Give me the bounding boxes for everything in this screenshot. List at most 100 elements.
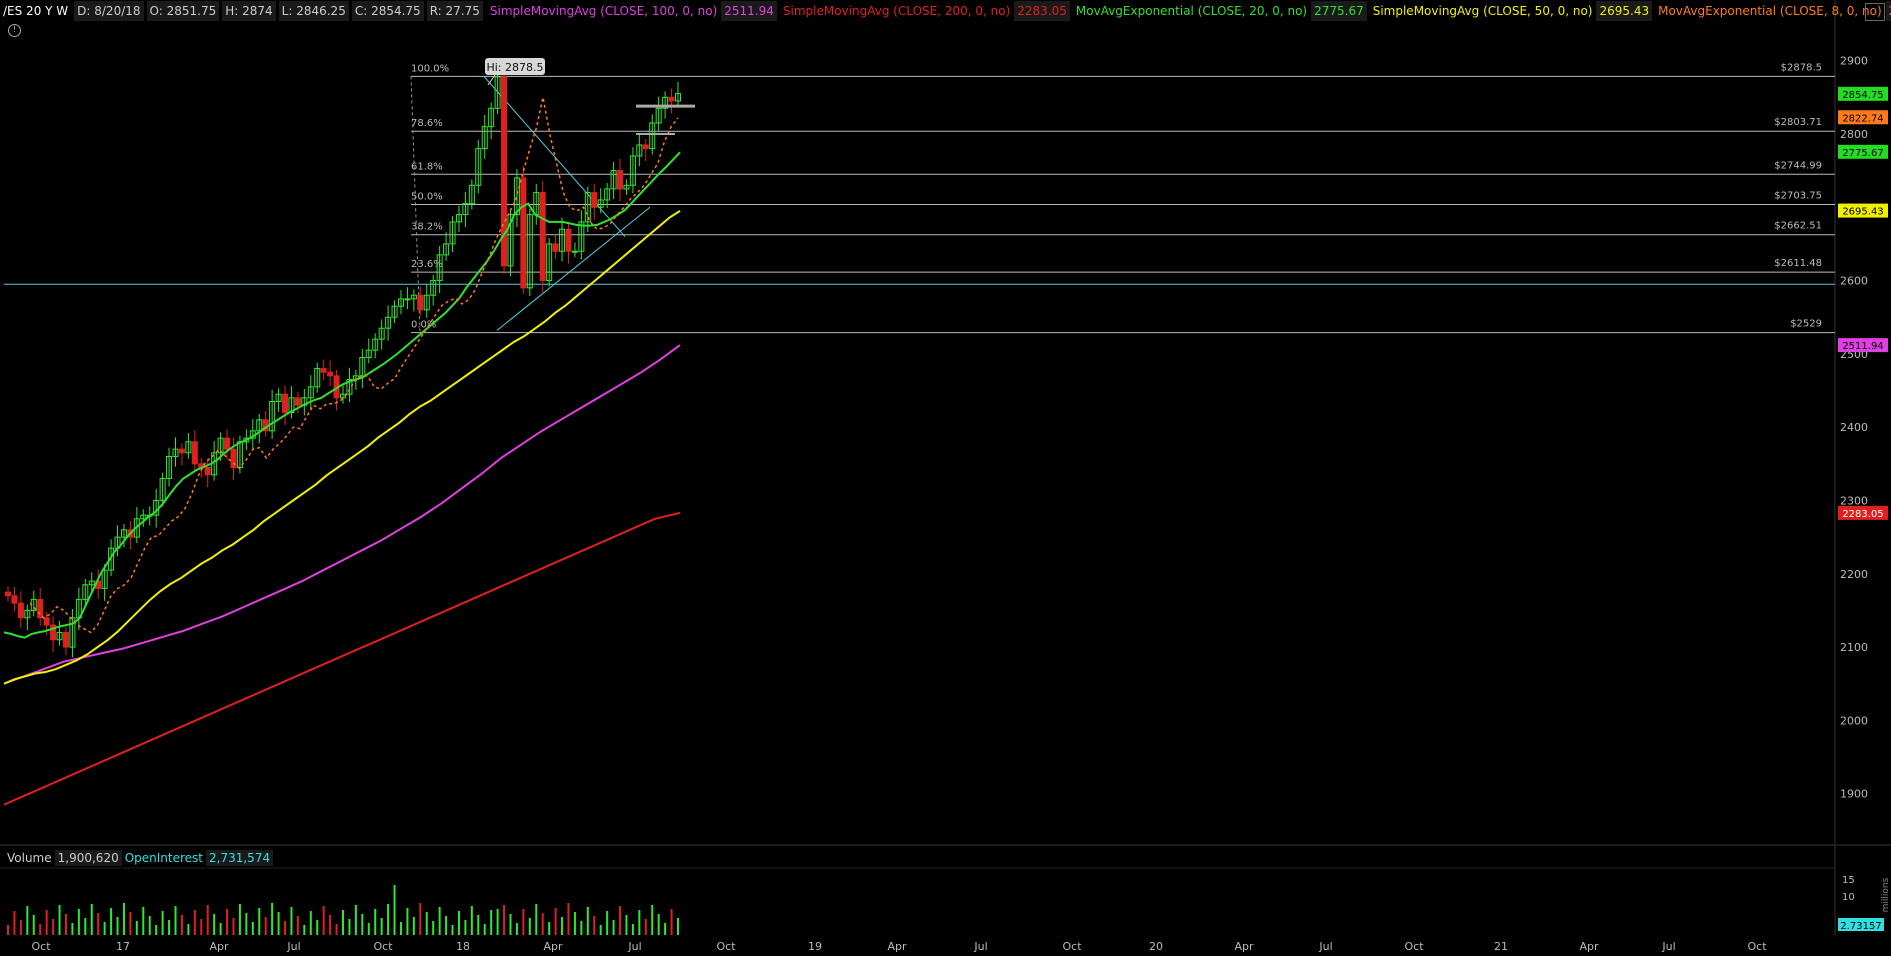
y-tick-label: 2600 (1840, 275, 1868, 288)
y-tick-label: 2100 (1840, 641, 1868, 654)
fib-percent-label: 78.6% (411, 118, 443, 129)
low-label: L: 2846.25 (278, 1, 349, 21)
x-tick-label: Oct (31, 940, 51, 953)
study-value: 2283.05 (1014, 1, 1070, 21)
y-tick-label: 2400 (1840, 421, 1868, 434)
x-tick-label: Jul (627, 940, 641, 953)
candle-body (320, 368, 327, 373)
fib-price-label: $2662.51 (1774, 221, 1822, 232)
open-interest-label: OpenInterest (124, 851, 204, 865)
volume-header: Volume 1,900,620 OpenInterest 2,731,574 (4, 850, 274, 866)
volume-label: Volume (7, 851, 52, 865)
candle-body (539, 192, 546, 282)
candle-body (591, 192, 598, 208)
x-tick-label: Oct (1404, 940, 1424, 953)
x-tick-label: Jul (286, 940, 300, 953)
chart-header: /ES 20 Y W D: 8/20/18 O: 2851.75 H: 2874… (0, 0, 1891, 22)
candle-body (520, 177, 527, 289)
sma100-line (3, 344, 681, 685)
x-tick-label: Oct (1747, 940, 1767, 953)
study-label[interactable]: MovAvgExponential (CLOSE, 20, 0, no) (1072, 1, 1311, 21)
x-tick-label: Apr (209, 940, 229, 953)
fib-percent-label: 38.2% (411, 222, 443, 233)
candle-body (5, 591, 11, 597)
close-label: C: 2854.75 (351, 1, 424, 21)
candle-body (565, 228, 572, 252)
fib-percent-label: 61.8% (411, 161, 443, 172)
fib-percent-label: 50.0% (411, 192, 443, 203)
open-interest-value: 2,731,574 (206, 850, 274, 866)
trendline-up (496, 206, 651, 331)
y-tick-label: 2000 (1840, 714, 1868, 727)
study-label[interactable]: SimpleMovingAvg (CLOSE, 50, 0, no) (1369, 1, 1597, 21)
chart-settings-button[interactable] (1865, 3, 1885, 21)
open-label: O: 2851.75 (146, 1, 220, 21)
price-badge-label: 2822.74 (1842, 113, 1883, 124)
volume-value: 1,900,620 (54, 850, 122, 866)
fib-price-label: $2803.71 (1774, 117, 1822, 128)
oi-badge-label: 2.73157 (1840, 921, 1881, 932)
info-icon[interactable]: ! (8, 24, 21, 37)
candle-body (417, 294, 424, 311)
sma50-line (3, 210, 681, 685)
x-tick-label: Apr (543, 940, 563, 953)
fib-percent-label: 23.6% (411, 259, 443, 270)
candle-body (668, 96, 675, 102)
ema20-line (3, 151, 681, 639)
fib-percent-label: 0.0% (411, 320, 436, 331)
fib-price-label: $2703.75 (1774, 191, 1822, 202)
candle-body (62, 631, 69, 648)
candle-body (17, 602, 24, 619)
fib-percent-label: 100.0% (411, 63, 449, 74)
price-badge-label: 2695.43 (1842, 207, 1883, 218)
candle-body (617, 170, 624, 190)
study-value: 2822.74 (1885, 1, 1891, 21)
study-label[interactable]: MovAvgExponential (CLOSE, 8, 0, no) (1654, 1, 1886, 21)
candle-body (178, 448, 185, 454)
x-tick-label: 18 (456, 940, 470, 953)
x-tick-label: Apr (1234, 940, 1254, 953)
x-tick-label: Oct (716, 940, 736, 953)
volume-unit-label: millions (1881, 877, 1891, 912)
candle-body (404, 298, 411, 301)
volume-tick-label: 10 (1842, 892, 1855, 903)
fib-price-label: $2611.48 (1774, 258, 1822, 269)
candle-body (191, 441, 198, 465)
candle-body (571, 250, 578, 253)
candle-body (642, 144, 649, 150)
study-label[interactable]: SimpleMovingAvg (CLOSE, 200, 0, no) (779, 1, 1014, 21)
x-tick-label: Jul (1318, 940, 1332, 953)
y-tick-label: 2200 (1840, 568, 1868, 581)
candle-body (204, 466, 211, 476)
fib-price-label: $2878.5 (1781, 62, 1822, 73)
x-tick-label: Jul (1661, 940, 1675, 953)
x-tick-label: Apr (1579, 940, 1599, 953)
study-legend: SimpleMovingAvg (CLOSE, 100, 0, no) 2511.… (486, 1, 1891, 21)
candle-body (282, 393, 289, 414)
price-badge-label: 2775.67 (1842, 148, 1883, 159)
study-value: 2511.94 (721, 1, 777, 21)
candle-body (43, 617, 50, 626)
date-label: D: 8/20/18 (74, 1, 144, 21)
y-tick-label: 1900 (1840, 788, 1868, 801)
study-label[interactable]: SimpleMovingAvg (CLOSE, 100, 0, no) (486, 1, 721, 21)
price-chart[interactable]: 1900200021002200230024002500260027002800… (0, 0, 1891, 956)
x-tick-label: Oct (1062, 940, 1082, 953)
candle-body (327, 371, 334, 377)
candle-body (294, 397, 301, 406)
symbol-label[interactable]: /ES 20 Y W (0, 1, 71, 21)
x-tick-label: 21 (1494, 940, 1508, 953)
x-tick-label: Apr (887, 940, 907, 953)
y-tick-label: 2800 (1840, 128, 1868, 141)
candle-body (224, 437, 231, 450)
range-label: R: 27.75 (426, 1, 483, 21)
hi-label: Hi: 2878.5 (486, 61, 543, 74)
high-label: H: 2874 (222, 1, 276, 21)
fib-price-label: $2529 (1790, 319, 1822, 330)
y-tick-label: 2900 (1840, 55, 1868, 68)
x-tick-label: Jul (973, 940, 987, 953)
price-badge-label: 2511.94 (1842, 341, 1883, 352)
volume-tick-label: 15 (1842, 875, 1855, 886)
x-tick-label: Oct (373, 940, 393, 953)
study-value: 2775.67 (1311, 1, 1367, 21)
